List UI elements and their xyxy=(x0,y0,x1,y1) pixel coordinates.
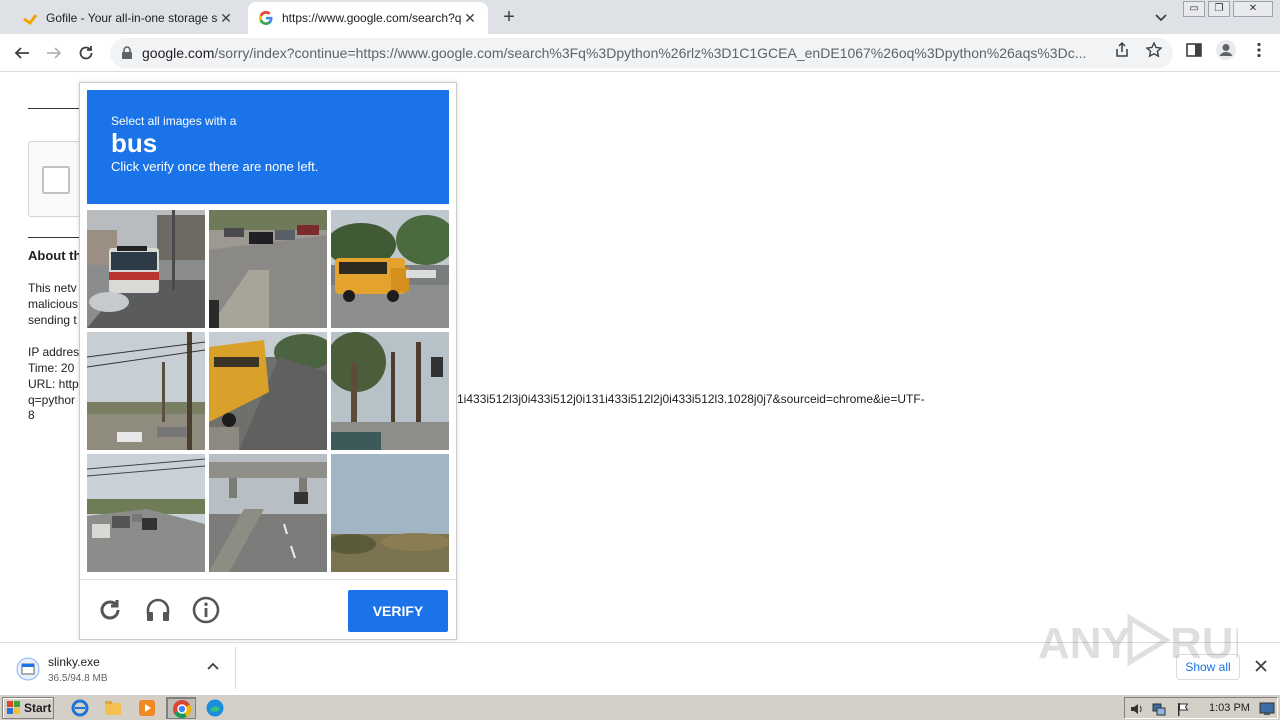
challenge-prompt: Select all images with a xyxy=(111,114,237,128)
side-panel-icon[interactable] xyxy=(1185,41,1203,59)
url-path: /sorry/index?continue=https://www.google… xyxy=(214,45,1087,61)
media-player-icon[interactable] xyxy=(137,698,157,718)
tab-close-icon[interactable]: ✕ xyxy=(218,10,234,26)
tab-title: Gofile - Your all-in-one storage soluti xyxy=(46,11,218,25)
challenge-instruction: Click verify once there are none left. xyxy=(111,159,319,174)
tab-gofile[interactable]: Gofile - Your all-in-one storage soluti … xyxy=(12,2,244,34)
chrome-taskbar-button[interactable] xyxy=(166,697,196,719)
tile-image xyxy=(209,210,327,328)
challenge-header: Select all images with a bus Click verif… xyxy=(87,90,449,204)
back-arrow-icon xyxy=(14,47,29,59)
file-explorer-icon[interactable] xyxy=(103,698,123,718)
windows-logo-icon xyxy=(7,701,20,714)
action-center-flag-icon[interactable] xyxy=(1175,701,1191,717)
close-window-button[interactable]: ✕ xyxy=(1233,1,1273,17)
svg-text:ANY: ANY xyxy=(1038,619,1131,668)
taskbar: Start 1:03 PM xyxy=(0,694,1280,720)
minimize-button[interactable]: ▭ xyxy=(1183,1,1205,17)
clock: 1:03 PM xyxy=(1209,702,1250,714)
captcha-tile-4[interactable] xyxy=(87,332,205,450)
about-heading: About th xyxy=(28,248,82,263)
info-icon[interactable] xyxy=(192,596,220,624)
internet-explorer-icon[interactable] xyxy=(70,698,90,718)
tile-image xyxy=(87,210,205,328)
tab-title: https://www.google.com/search?q= xyxy=(282,11,462,25)
chrome-icon xyxy=(173,700,192,719)
reload-button[interactable] xyxy=(74,41,98,65)
share-icon[interactable] xyxy=(1113,41,1131,59)
download-item[interactable]: slinky.exe 36.5/94.8 MB xyxy=(8,647,236,689)
address-bar[interactable]: google.com/sorry/index?continue=https://… xyxy=(110,38,1173,68)
captcha-tile-6[interactable] xyxy=(331,332,449,450)
tab-strip: Gofile - Your all-in-one storage soluti … xyxy=(0,0,1280,34)
url-host: google.com xyxy=(142,45,215,61)
close-icon[interactable] xyxy=(1254,659,1268,673)
menu-kebab-icon[interactable] xyxy=(1250,41,1268,59)
bookmark-star-icon[interactable] xyxy=(1145,41,1163,59)
svg-text:RUN: RUN xyxy=(1170,619,1238,668)
edge-icon[interactable] xyxy=(205,698,225,718)
back-button[interactable] xyxy=(10,41,34,65)
challenge-target: bus xyxy=(111,128,158,158)
new-tab-button[interactable]: + xyxy=(498,7,520,29)
reload-icon xyxy=(79,46,93,60)
profile-avatar-icon[interactable] xyxy=(1215,39,1237,61)
audio-headphones-icon[interactable] xyxy=(144,596,172,624)
google-favicon-icon xyxy=(258,10,274,26)
captcha-tile-5[interactable] xyxy=(209,332,327,450)
browser-toolbar: google.com/sorry/index?continue=https://… xyxy=(0,34,1280,72)
exe-file-icon xyxy=(16,657,40,681)
start-label: Start xyxy=(24,701,52,715)
address-url: google.com/sorry/index?continue=https://… xyxy=(142,45,1102,61)
captcha-tile-2[interactable] xyxy=(209,210,327,328)
captcha-tile-3[interactable] xyxy=(331,210,449,328)
recaptcha-challenge: Select all images with a bus Click verif… xyxy=(79,82,457,640)
tile-image xyxy=(331,332,449,450)
tab-close-icon[interactable]: ✕ xyxy=(462,10,478,26)
chevron-up-icon[interactable] xyxy=(206,659,220,673)
tile-image xyxy=(209,454,327,572)
tile-image xyxy=(331,454,449,572)
chevron-down-icon[interactable] xyxy=(1152,8,1170,26)
url-end-text: 8 xyxy=(28,408,35,422)
show-desktop-icon[interactable] xyxy=(1259,701,1275,717)
tab-google[interactable]: https://www.google.com/search?q= ✕ xyxy=(248,2,488,34)
restore-button[interactable]: ❐ xyxy=(1208,1,1230,17)
captcha-tile-1[interactable] xyxy=(87,210,205,328)
start-button[interactable]: Start xyxy=(2,697,54,719)
captcha-tile-8[interactable] xyxy=(209,454,327,572)
url-continuation-text: 1i433i512l3j0i433i512j0i131i433i512l2j0i… xyxy=(457,392,925,406)
system-tray: 1:03 PM xyxy=(1124,697,1278,719)
reload-challenge-icon[interactable] xyxy=(96,596,124,624)
recaptcha-checkbox[interactable] xyxy=(42,166,70,194)
volume-icon[interactable] xyxy=(1129,701,1145,717)
gofile-favicon-icon xyxy=(22,10,38,26)
tile-image xyxy=(87,454,205,572)
download-filename: slinky.exe xyxy=(48,655,100,669)
tile-image xyxy=(87,332,205,450)
forward-button[interactable] xyxy=(42,41,66,65)
captcha-tile-7[interactable] xyxy=(87,454,205,572)
tile-image xyxy=(331,210,449,328)
challenge-footer: VERIFY xyxy=(80,579,456,639)
image-grid xyxy=(87,210,451,574)
lock-icon xyxy=(122,46,132,59)
anyrun-watermark-logo: ANY RUN xyxy=(1038,613,1238,668)
network-icon[interactable] xyxy=(1151,701,1167,717)
download-progress: 36.5/94.8 MB xyxy=(48,673,108,684)
verify-button[interactable]: VERIFY xyxy=(348,590,448,632)
captcha-tile-9[interactable] xyxy=(331,454,449,572)
tile-image xyxy=(209,332,327,450)
forward-arrow-icon xyxy=(47,47,62,59)
